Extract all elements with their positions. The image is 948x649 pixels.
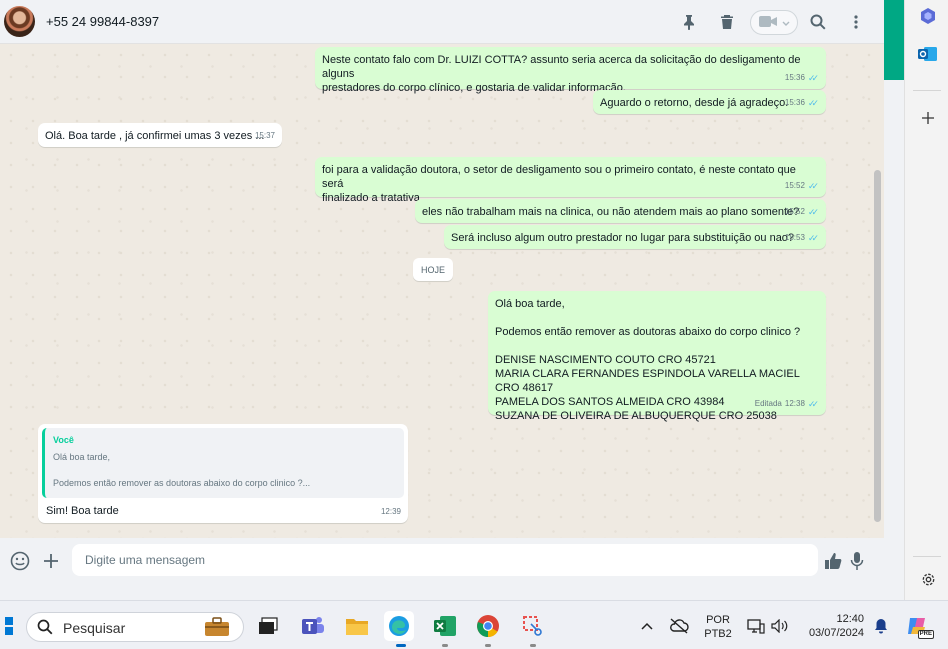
message-time: 12:39 [380, 507, 401, 516]
cloud-offline-icon[interactable] [664, 611, 694, 641]
teams-icon[interactable] [298, 611, 328, 641]
date-divider: HOJE [413, 258, 453, 281]
excel-icon[interactable] [430, 611, 460, 641]
message-bubble-incoming[interactable]: Você Olá boa tarde, Podemos então remove… [38, 424, 408, 523]
message-bubble-incoming[interactable]: Olá. Boa tarde , já confirmei umas 3 vez… [38, 123, 282, 147]
edited-label: Editada [754, 399, 782, 408]
message-bubble-outgoing[interactable]: Será incluso algum outro prestador no lu… [444, 225, 826, 249]
message-list[interactable]: Neste contato falo com Dr. LUIZI COTTA? … [0, 44, 884, 538]
read-ticks-icon: ✓✓ [807, 181, 819, 191]
message-input[interactable] [72, 544, 818, 576]
attach-plus-icon[interactable] [40, 550, 62, 572]
snipping-tool-icon[interactable] [518, 611, 548, 641]
message-text: Será incluso algum outro prestador no lu… [451, 232, 795, 244]
microphone-icon[interactable] [846, 550, 868, 572]
quoted-author: Você [53, 435, 74, 445]
menu-kebab-icon[interactable] [846, 12, 866, 32]
language-indicator[interactable]: POR PTB2 [702, 613, 734, 641]
message-time: 15:36 [784, 73, 805, 82]
open-app-indicator [530, 644, 536, 647]
read-ticks-icon: ✓✓ [807, 98, 819, 108]
copilot-pre-badge: PRE [917, 630, 934, 639]
task-view-icon[interactable] [253, 611, 283, 641]
message-time: 12:38 [784, 399, 805, 408]
keyboard-layout: PTB2 [704, 628, 732, 640]
video-camera-icon [758, 15, 777, 30]
chat-header: +55 24 99844-8397 [0, 0, 884, 44]
contact-avatar[interactable] [4, 6, 35, 37]
window-accent-strip [884, 0, 904, 80]
thumbs-up-icon[interactable] [822, 550, 844, 572]
clock-time: 12:40 [836, 613, 864, 625]
read-ticks-icon: ✓✓ [807, 73, 819, 83]
windows-start-icon[interactable] [0, 611, 20, 641]
video-call-button[interactable] [750, 10, 798, 35]
open-app-indicator [442, 644, 448, 647]
speaker-volume-icon[interactable] [765, 611, 795, 641]
message-bubble-outgoing[interactable]: Aguardo o retorno, desde já agradeço. 15… [593, 90, 826, 114]
message-time: 15:52 [784, 207, 805, 216]
search-icon[interactable] [808, 12, 828, 32]
search-label: Pesquisar [63, 620, 126, 636]
whatsapp-window: +55 24 99844-8397 Neste contato falo com… [0, 0, 884, 583]
message-time: 15:37 [254, 131, 275, 140]
system-clock[interactable]: 12:40 03/07/2024 [800, 612, 864, 640]
copilot-icon[interactable] [917, 5, 939, 27]
contact-name[interactable]: +55 24 99844-8397 [46, 14, 159, 29]
chat-scrollbar[interactable] [874, 170, 881, 522]
file-explorer-icon[interactable] [342, 611, 372, 641]
pin-icon[interactable] [679, 12, 699, 32]
message-text: Olá. Boa tarde , já confirmei umas 3 vez… [45, 130, 265, 142]
briefcase-icon[interactable] [204, 617, 230, 640]
message-text: Neste contato falo com Dr. LUIZI COTTA? … [322, 54, 801, 94]
chrome-icon[interactable] [473, 611, 503, 641]
active-app-indicator [396, 644, 406, 647]
add-plus-icon[interactable] [917, 107, 939, 129]
message-bubble-outgoing[interactable]: Neste contato falo com Dr. LUIZI COTTA? … [315, 47, 826, 94]
clock-date: 03/07/2024 [808, 627, 864, 639]
open-app-indicator [485, 644, 491, 647]
read-ticks-icon: ✓✓ [807, 399, 819, 409]
message-bubble-outgoing[interactable]: eles não trabalham mais na clinica, ou n… [415, 199, 826, 223]
message-bubble-outgoing[interactable]: foi para a validação doutora, o setor de… [315, 157, 826, 204]
notification-bell-icon[interactable] [866, 611, 896, 641]
composer-bar [0, 538, 884, 583]
quoted-message[interactable]: Você Olá boa tarde, Podemos então remove… [42, 428, 404, 498]
edge-browser-icon[interactable] [384, 611, 414, 641]
message-text: Sim! Boa tarde [46, 505, 119, 517]
outlook-icon[interactable] [917, 43, 939, 65]
message-time: 15:52 [784, 181, 805, 190]
rail-divider [913, 556, 941, 557]
chevron-down-icon [782, 16, 790, 30]
chevron-up-icon[interactable] [632, 611, 662, 641]
message-time: 15:53 [784, 233, 805, 242]
language-code: POR [706, 614, 730, 626]
message-time: 15:36 [784, 98, 805, 107]
trash-icon[interactable] [717, 12, 737, 32]
read-ticks-icon: ✓✓ [807, 233, 819, 243]
message-bubble-outgoing[interactable]: Olá boa tarde, Podemos então remover as … [488, 291, 826, 422]
gear-icon[interactable] [917, 568, 939, 590]
windows-taskbar: Pesquisar POR PTB2 12:40 03/07/2024 PRE [0, 600, 948, 649]
edge-side-rail [904, 0, 948, 600]
emoji-icon[interactable] [9, 550, 31, 572]
search-icon [37, 619, 53, 638]
rail-divider [913, 90, 941, 91]
taskbar-search-box[interactable]: Pesquisar [26, 612, 244, 642]
quoted-text: Olá boa tarde, Podemos então remover as … [53, 452, 311, 488]
copilot-taskbar-icon[interactable]: PRE [902, 611, 934, 641]
read-ticks-icon: ✓✓ [807, 207, 819, 217]
message-text: eles não trabalham mais na clinica, ou n… [422, 206, 800, 218]
